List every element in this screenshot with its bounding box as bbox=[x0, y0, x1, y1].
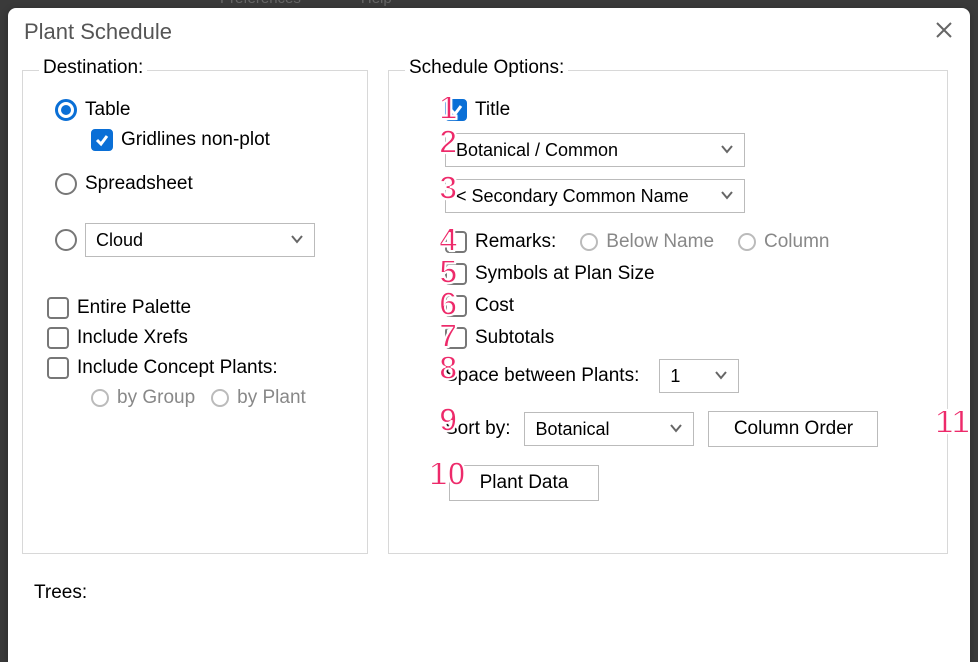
by-plant-label: by Plant bbox=[237, 387, 306, 409]
chevron-down-icon bbox=[290, 230, 304, 251]
schedule-options-group: Schedule Options: Title 1 Botanical / Co… bbox=[388, 70, 948, 554]
column-order-label: Column Order bbox=[734, 418, 853, 440]
cloud-radio[interactable] bbox=[55, 229, 77, 251]
botanical-common-select[interactable]: Botanical / Common bbox=[445, 133, 745, 167]
space-label: Space between Plants: bbox=[445, 365, 639, 387]
title-label: Title bbox=[475, 99, 510, 121]
menu-preferences[interactable]: Preferences bbox=[220, 0, 301, 7]
subtotals-checkbox[interactable] bbox=[445, 327, 467, 349]
include-concept-label: Include Concept Plants: bbox=[77, 357, 278, 379]
column-order-button[interactable]: Column Order bbox=[708, 411, 878, 447]
destination-group: Destination: Table Gridlines non-plot Sp… bbox=[22, 70, 368, 554]
trees-label: Trees: bbox=[34, 582, 87, 604]
check-icon bbox=[448, 102, 464, 118]
spreadsheet-label: Spreadsheet bbox=[85, 173, 193, 195]
gridlines-checkbox[interactable] bbox=[91, 129, 113, 151]
by-plant-radio[interactable] bbox=[211, 389, 229, 407]
sort-select[interactable]: Botanical bbox=[524, 412, 694, 446]
chevron-down-icon bbox=[714, 366, 728, 387]
menu-help[interactable]: Help bbox=[361, 0, 392, 7]
chevron-down-icon bbox=[720, 140, 734, 161]
secondary-name-select[interactable]: < Secondary Common Name bbox=[445, 179, 745, 213]
check-icon bbox=[94, 132, 110, 148]
sort-value: Botanical bbox=[535, 419, 609, 440]
close-icon bbox=[934, 20, 954, 40]
include-xrefs-label: Include Xrefs bbox=[77, 327, 188, 349]
spreadsheet-radio[interactable] bbox=[55, 173, 77, 195]
entire-palette-label: Entire Palette bbox=[77, 297, 191, 319]
dialog-title: Plant Schedule bbox=[24, 19, 172, 45]
titlebar: Plant Schedule bbox=[8, 8, 970, 56]
include-xrefs-checkbox[interactable] bbox=[47, 327, 69, 349]
subtotals-label: Subtotals bbox=[475, 327, 554, 349]
table-radio[interactable] bbox=[55, 99, 77, 121]
by-group-label: by Group bbox=[117, 387, 195, 409]
by-group-radio[interactable] bbox=[91, 389, 109, 407]
schedule-legend: Schedule Options: bbox=[405, 57, 568, 79]
entire-palette-checkbox[interactable] bbox=[47, 297, 69, 319]
cost-label: Cost bbox=[475, 295, 514, 317]
space-select[interactable]: 1 bbox=[659, 359, 739, 393]
plant-schedule-dialog: Plant Schedule Destination: Table Gridli… bbox=[8, 8, 970, 662]
plant-data-label: Plant Data bbox=[480, 472, 569, 494]
below-name-radio[interactable] bbox=[580, 233, 598, 251]
below-name-label: Below Name bbox=[606, 231, 714, 253]
include-concept-checkbox[interactable] bbox=[47, 357, 69, 379]
space-value: 1 bbox=[670, 366, 680, 387]
table-label: Table bbox=[85, 99, 130, 121]
destination-legend: Destination: bbox=[39, 57, 147, 79]
symbols-plan-size-checkbox[interactable] bbox=[445, 263, 467, 285]
column-label: Column bbox=[764, 231, 829, 253]
gridlines-label: Gridlines non-plot bbox=[121, 129, 270, 151]
close-button[interactable] bbox=[934, 20, 954, 45]
cloud-select-value: Cloud bbox=[96, 230, 143, 251]
remarks-label: Remarks: bbox=[475, 231, 556, 253]
column-radio[interactable] bbox=[738, 233, 756, 251]
remarks-checkbox[interactable] bbox=[445, 231, 467, 253]
sort-label: Sort by: bbox=[445, 418, 510, 440]
botanical-common-value: Botanical / Common bbox=[456, 140, 618, 161]
chevron-down-icon bbox=[720, 186, 734, 207]
badge-11: 11 bbox=[935, 403, 970, 441]
cost-checkbox[interactable] bbox=[445, 295, 467, 317]
secondary-name-value: < Secondary Common Name bbox=[456, 186, 689, 207]
title-checkbox[interactable] bbox=[445, 99, 467, 121]
cloud-select[interactable]: Cloud bbox=[85, 223, 315, 257]
symbols-plan-size-label: Symbols at Plan Size bbox=[475, 263, 655, 285]
plant-data-button[interactable]: Plant Data bbox=[449, 465, 599, 501]
chevron-down-icon bbox=[669, 419, 683, 440]
